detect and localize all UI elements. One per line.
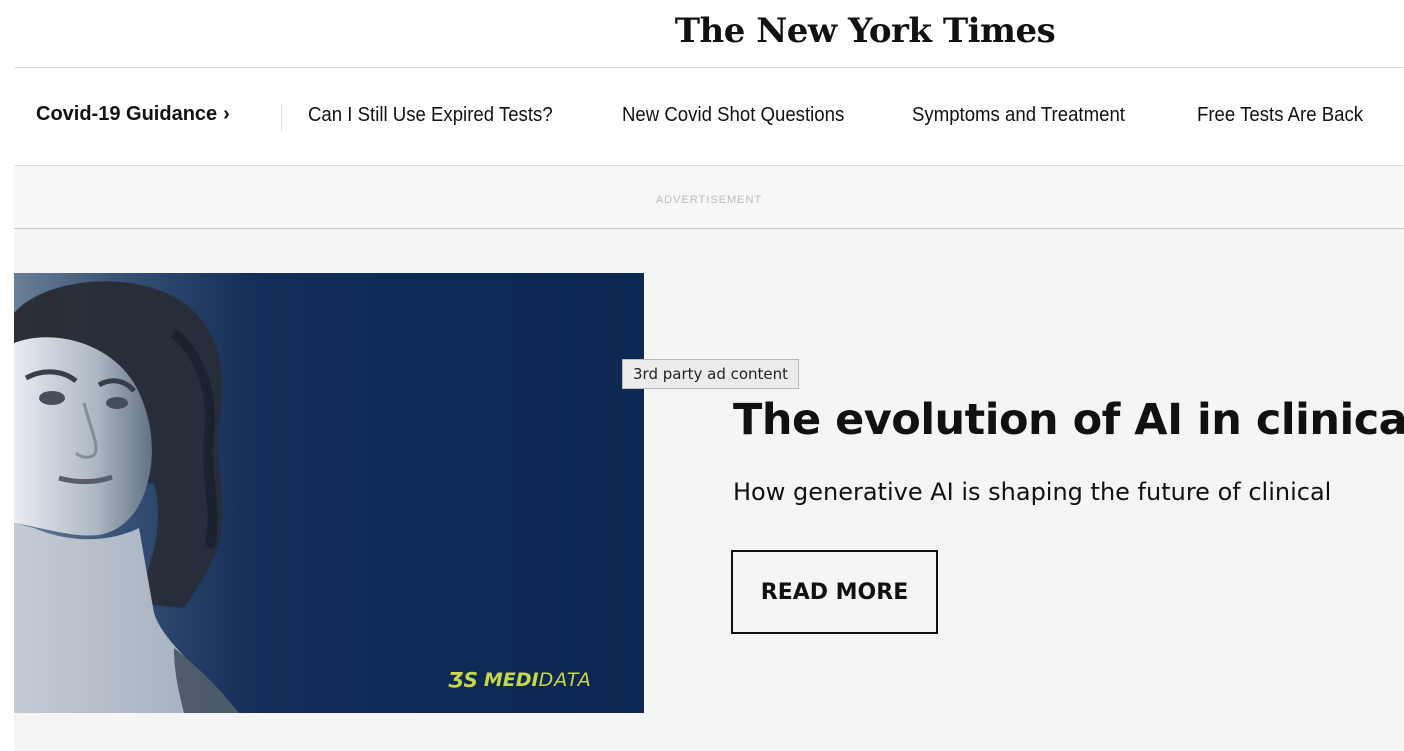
brand-name-bold: MEDI [483,669,539,691]
ad-image[interactable]: ƷS MEDIDATA [14,273,644,713]
masthead: The New York Times [0,0,1404,68]
third-party-tooltip: 3rd party ad content [622,359,800,389]
ad-subheadline[interactable]: How generative AI is shaping the future … [733,478,1404,506]
read-more-button[interactable]: READ MORE [731,550,938,634]
covid-guidance-link[interactable]: Covid-19 Guidance › [36,103,230,126]
woman-portrait-image [14,273,644,713]
advertisement-label: ADVERTISEMENT [655,194,763,206]
advertisement-label-strip: ADVERTISEMENT [14,166,1404,228]
link-expired-tests[interactable]: Can I Still Use Expired Tests? [308,104,553,127]
link-symptoms-treatment[interactable]: Symptoms and Treatment [912,104,1125,127]
link-covid-shot-questions[interactable]: New Covid Shot Questions [622,104,844,127]
covid-guidance-title: Covid-19 Guidance [36,103,218,125]
link-free-tests[interactable]: Free Tests Are Back [1197,104,1363,127]
nyt-logo[interactable]: The New York Times [675,8,1056,54]
dassault-systemes-icon: ƷS [448,668,478,692]
chevron-right-icon: › [223,103,230,125]
brand-name-light: DATA [538,669,592,691]
ad-headline[interactable]: The evolution of AI in clinical t [733,395,1404,445]
medidata-logo: ƷS MEDIDATA [448,668,592,692]
guidance-separator [281,103,282,131]
